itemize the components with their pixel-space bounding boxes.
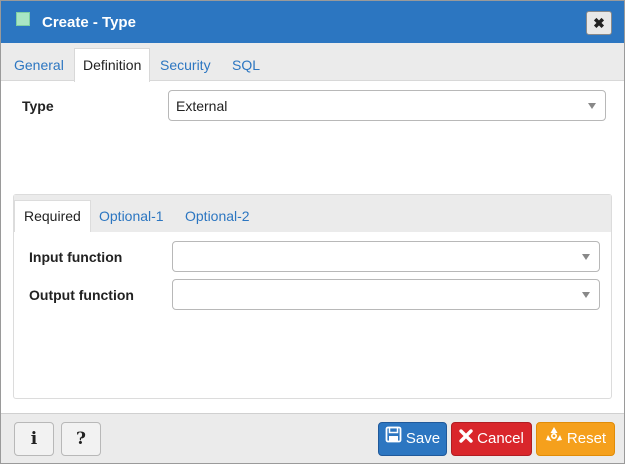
dialog-titlebar[interactable]: Create - Type ✖	[1, 1, 624, 43]
input-function-label: Input function	[29, 249, 123, 265]
output-function-select[interactable]	[172, 279, 600, 310]
cancel-label: Cancel	[477, 430, 524, 448]
cancel-button[interactable]: Cancel	[451, 422, 532, 456]
main-tabbar: General Definition Security SQL	[1, 43, 624, 82]
tab-definition[interactable]: Definition	[74, 48, 151, 82]
create-type-dialog: Create - Type ✖ General Definition Secur…	[0, 0, 625, 464]
info-icon: i	[30, 429, 38, 449]
input-function-select[interactable]	[172, 241, 600, 272]
close-icon: ✖	[593, 15, 605, 31]
subtab-optional-2[interactable]: Optional-2	[185, 201, 250, 232]
tab-general[interactable]: General	[14, 49, 64, 81]
tab-security[interactable]: Security	[160, 49, 211, 81]
reset-label: Reset	[566, 430, 607, 448]
subtab-optional-1[interactable]: Optional-1	[99, 201, 164, 232]
help-icon: ?	[76, 429, 86, 449]
type-node-icon	[16, 12, 30, 26]
close-icon	[459, 423, 473, 455]
type-label: Type	[22, 98, 54, 114]
tab-sql[interactable]: SQL	[232, 49, 260, 81]
type-definition-subpanel: Required Optional-1 Optional-2 Input fun…	[13, 194, 612, 399]
help-button[interactable]: ?	[61, 422, 101, 456]
sub-tabbar: Required Optional-1 Optional-2	[14, 195, 611, 232]
close-button[interactable]: ✖	[586, 11, 612, 35]
chevron-down-icon	[582, 292, 590, 298]
type-select[interactable]: External	[168, 90, 606, 121]
output-function-label: Output function	[29, 287, 134, 303]
save-label: Save	[405, 430, 441, 448]
dialog-footer: i ? Save Cancel Reset	[1, 413, 624, 463]
chevron-down-icon	[582, 254, 590, 260]
save-button[interactable]: Save	[378, 422, 447, 456]
info-button[interactable]: i	[14, 422, 54, 456]
subtab-required[interactable]: Required	[14, 200, 91, 232]
dialog-title: Create - Type	[42, 14, 136, 31]
type-select-value: External	[176, 98, 228, 114]
chevron-down-icon	[588, 103, 596, 109]
floppy-disk-icon	[385, 423, 402, 455]
recycle-icon	[545, 423, 563, 455]
reset-button[interactable]: Reset	[536, 422, 615, 456]
